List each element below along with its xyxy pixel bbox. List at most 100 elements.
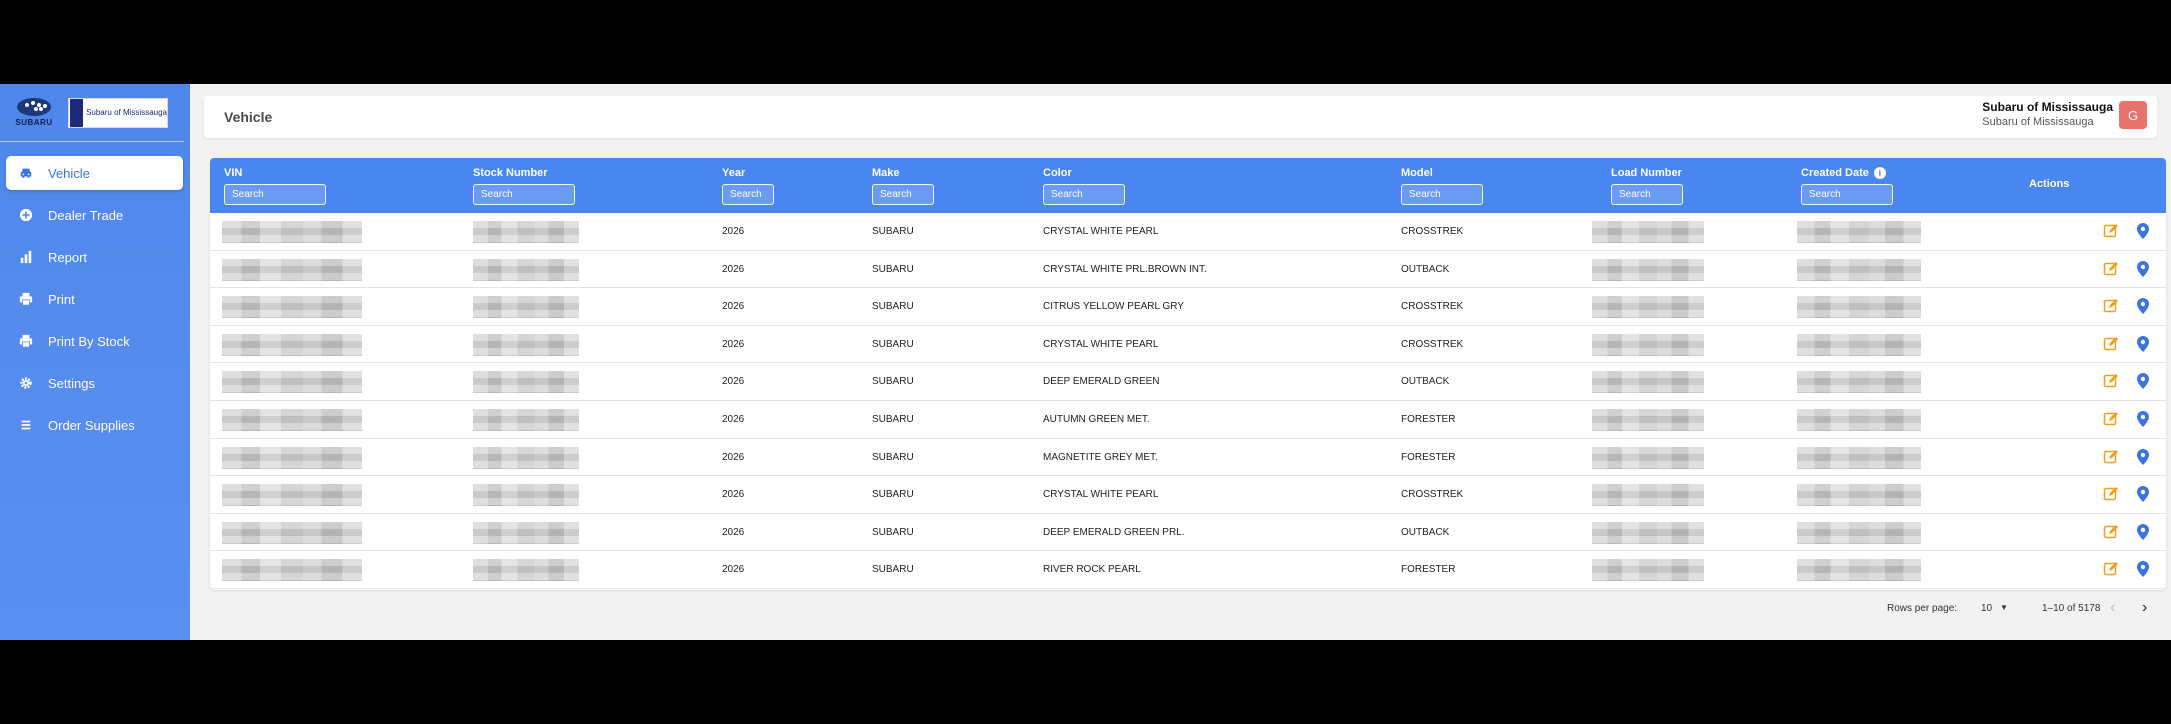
sidebar-item-label: Print [48, 291, 75, 307]
sidebar-item-label: Settings [48, 375, 95, 391]
column-model: Model [1401, 167, 1483, 205]
vin-redacted [222, 409, 362, 431]
edit-icon[interactable] [2103, 449, 2119, 465]
stock-redacted [473, 521, 579, 544]
location-pin-icon[interactable] [2135, 410, 2151, 428]
subaru-logo: SUBARU [14, 98, 54, 128]
load-redacted [1592, 409, 1704, 431]
color-cell: DEEP EMERALD GREEN [1043, 376, 1160, 388]
stock-search-input[interactable] [473, 184, 575, 205]
load-redacted [1592, 296, 1704, 319]
column-color: Color [1043, 167, 1125, 205]
sidebar-item-report[interactable]: Report [6, 240, 183, 274]
info-icon[interactable]: i [1873, 167, 1886, 179]
location-pin-icon[interactable] [2135, 222, 2151, 240]
load-redacted [1592, 333, 1704, 356]
vin-redacted [222, 484, 362, 507]
year-cell: 2026 [722, 226, 745, 237]
column-actions: Actions [2029, 178, 2070, 190]
location-pin-icon[interactable] [2135, 448, 2151, 466]
chevron-left-icon[interactable]: ‹ [2110, 599, 2115, 617]
color-cell: CRYSTAL WHITE PEARL [1043, 489, 1159, 501]
model-cell: FORESTER [1401, 564, 1456, 576]
model-cell: CROSSTREK [1401, 338, 1464, 350]
color-search-input[interactable] [1043, 184, 1125, 205]
year-cell: 2026 [722, 376, 745, 388]
year-cell: 2026 [722, 526, 745, 538]
chevron-down-icon[interactable]: ▼ [2000, 603, 2008, 612]
model-cell: OUTBACK [1401, 526, 1450, 538]
load-redacted [1592, 559, 1704, 582]
created-redacted [1797, 446, 1921, 469]
table-row: 2026 SUBARU DEEP EMERALD GREEN PRL. OUTBACK [210, 514, 2166, 552]
created-redacted [1797, 559, 1921, 582]
edit-icon[interactable] [2103, 561, 2119, 577]
make-search-input[interactable] [872, 184, 934, 205]
table-header: VIN Stock Number Year Make Color [210, 158, 2166, 213]
load-redacted [1592, 258, 1704, 281]
location-pin-icon[interactable] [2135, 485, 2151, 503]
make-cell: SUBARU [872, 301, 914, 313]
column-label: Make [872, 167, 900, 179]
edit-icon[interactable] [2103, 486, 2119, 502]
make-cell: SUBARU [872, 226, 914, 237]
edit-icon[interactable] [2103, 223, 2119, 239]
location-pin-icon[interactable] [2135, 560, 2151, 578]
year-cell: 2026 [722, 451, 745, 463]
stock-redacted [473, 559, 579, 582]
vin-search-input[interactable] [224, 184, 326, 205]
created-redacted [1797, 221, 1921, 243]
page-header: Vehicle Subaru of Mississauga Subaru of … [204, 96, 2157, 138]
model-search-input[interactable] [1401, 184, 1483, 205]
location-pin-icon[interactable] [2135, 260, 2151, 278]
model-cell: FORESTER [1401, 414, 1456, 425]
year-cell: 2026 [722, 414, 745, 425]
edit-icon[interactable] [2103, 411, 2119, 427]
edit-icon[interactable] [2103, 261, 2119, 277]
table-row: 2026 SUBARU RIVER ROCK PEARL FORESTER [210, 551, 2166, 589]
avatar[interactable]: G [2119, 101, 2147, 129]
color-cell: CRYSTAL WHITE PEARL [1043, 226, 1159, 237]
created-redacted [1797, 371, 1921, 394]
year-cell: 2026 [722, 263, 745, 275]
model-cell: CROSSTREK [1401, 226, 1464, 237]
chevron-right-icon[interactable]: › [2142, 599, 2147, 617]
dealer-logo: Subaru of Mississauga [68, 97, 168, 128]
sidebar-item-settings[interactable]: Settings [6, 366, 183, 400]
sidebar-item-label: Order Supplies [48, 417, 135, 433]
model-cell: OUTBACK [1401, 263, 1450, 275]
sidebar-item-order-supplies[interactable]: Order Supplies [6, 408, 183, 442]
stock-redacted [473, 333, 579, 356]
vin-redacted [222, 371, 362, 394]
location-pin-icon[interactable] [2135, 372, 2151, 390]
table-row: 2026 SUBARU CRYSTAL WHITE PEARL CROSSTREK [210, 326, 2166, 364]
year-cell: 2026 [722, 301, 745, 313]
sidebar-item-print-by-stock[interactable]: Print By Stock [6, 324, 183, 358]
make-cell: SUBARU [872, 526, 914, 538]
rows-per-page-select[interactable]: 10 [1981, 603, 1992, 614]
sidebar-item-vehicle[interactable]: Vehicle [6, 156, 183, 190]
year-search-input[interactable] [722, 184, 774, 205]
sidebar-item-label: Report [48, 249, 88, 265]
edit-icon[interactable] [2103, 336, 2119, 352]
car-icon [18, 165, 34, 181]
location-pin-icon[interactable] [2135, 523, 2151, 541]
column-year: Year [722, 167, 774, 205]
make-cell: SUBARU [872, 263, 914, 275]
stock-redacted [473, 371, 579, 394]
edit-icon[interactable] [2103, 298, 2119, 314]
load-redacted [1592, 221, 1704, 243]
make-cell: SUBARU [872, 489, 914, 501]
color-cell: DEEP EMERALD GREEN PRL. [1043, 526, 1185, 538]
edit-icon[interactable] [2103, 373, 2119, 389]
sidebar-item-print[interactable]: Print [6, 282, 183, 316]
created-redacted [1797, 484, 1921, 507]
created-search-input[interactable] [1801, 184, 1893, 205]
vin-redacted [222, 258, 362, 281]
created-redacted [1797, 333, 1921, 356]
sidebar-item-dealer-trade[interactable]: Dealer Trade [6, 198, 183, 232]
edit-icon[interactable] [2103, 524, 2119, 540]
load-search-input[interactable] [1611, 184, 1683, 205]
location-pin-icon[interactable] [2135, 297, 2151, 315]
location-pin-icon[interactable] [2135, 335, 2151, 353]
